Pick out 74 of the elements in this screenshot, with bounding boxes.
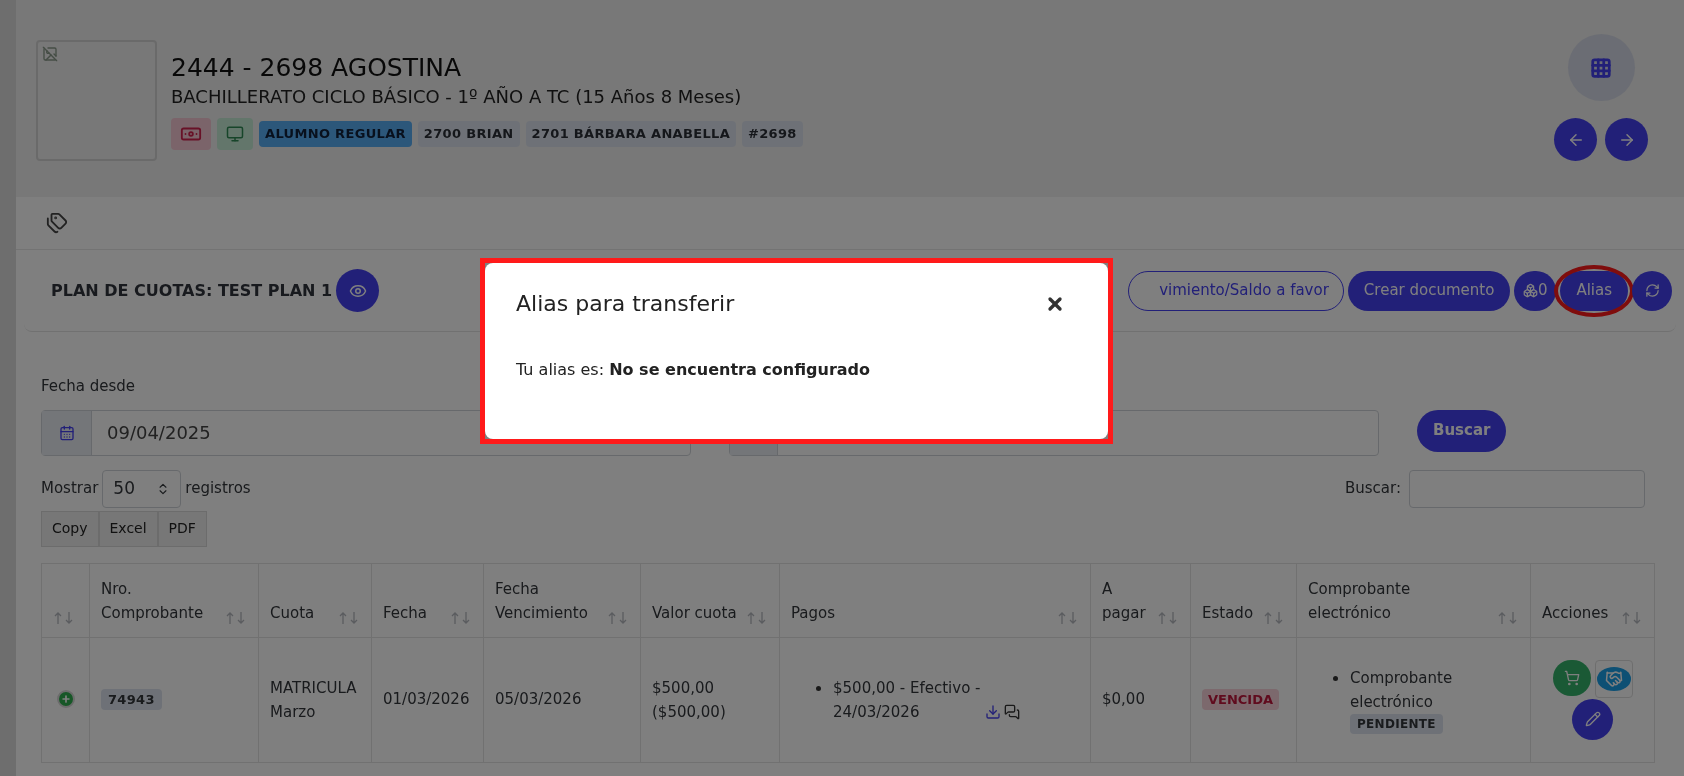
receipt-number: 74943	[101, 689, 162, 711]
sort-icon[interactable]	[1621, 610, 1643, 625]
expand-icon[interactable]	[56, 690, 75, 709]
edit-button[interactable]	[1572, 698, 1613, 740]
sort-icon[interactable]	[1263, 610, 1285, 625]
action-button[interactable]: Alias	[1560, 270, 1628, 311]
export-button[interactable]: Copy	[41, 510, 99, 547]
page-size-select[interactable]: 50	[102, 469, 182, 508]
date-from-field[interactable]: 09/04/2025	[41, 409, 691, 456]
sort-icon[interactable]	[1057, 610, 1079, 625]
plan-title: PLAN DE CUOTAS: TEST PLAN 1	[51, 279, 333, 302]
payment-text: $500,00 - Efectivo - 24/03/2026	[833, 677, 982, 723]
records-label: registros	[185, 478, 251, 500]
handshake-button[interactable]	[1594, 659, 1633, 698]
column-header: Cuota	[270, 602, 315, 624]
column-header: Acciones	[1542, 602, 1609, 624]
receipt-text: Comprobante electrónico	[1350, 667, 1454, 713]
column-header: Nro. Comprobante	[101, 578, 205, 624]
refresh-button[interactable]	[1632, 270, 1672, 311]
broken-image-icon	[42, 46, 58, 62]
sort-icon[interactable]	[225, 610, 247, 625]
tag-label: #2698	[742, 121, 803, 147]
column-header: Valor cuota	[652, 602, 737, 624]
sort-icon[interactable]	[607, 610, 629, 625]
next-button[interactable]	[1605, 118, 1648, 161]
status-tag: ALUMNO REGULAR	[259, 121, 412, 147]
student-title: 2444 - 2698 AGOSTINA	[171, 52, 463, 84]
dialog-message: Tu alias es: No se encuentra configurado	[516, 359, 872, 381]
cart-icon	[1563, 669, 1580, 686]
pencil-icon	[1584, 711, 1601, 727]
calendar-icon	[58, 424, 75, 441]
table-cell: MATRICULA Marzo	[270, 678, 357, 721]
tag-label: 2701 BÁRBARA ANABELLA	[525, 121, 736, 147]
search-button[interactable]: Buscar	[1417, 409, 1507, 452]
pending-badge: PENDIENTE	[1350, 713, 1443, 734]
status-badge: VENCIDA	[1202, 689, 1280, 711]
tags-icon[interactable]	[46, 212, 68, 234]
cart-button[interactable]	[1552, 659, 1591, 696]
previous-button[interactable]	[1554, 118, 1597, 161]
dialog-title: Alias para transferir	[516, 290, 735, 318]
monitor-icon	[226, 125, 244, 143]
export-button[interactable]: PDF	[157, 510, 207, 547]
table-search-field[interactable]	[1409, 469, 1645, 508]
refresh-icon	[1644, 283, 1660, 298]
column-header: Fecha Vencimiento	[495, 578, 589, 624]
column-header: Comprobante electrónico	[1308, 578, 1412, 624]
column-header: Fecha	[383, 602, 427, 624]
column-header: Estado	[1202, 602, 1254, 624]
sort-icon[interactable]	[1157, 610, 1179, 625]
sort-icon[interactable]	[1497, 610, 1519, 625]
show-label: Mostrar	[41, 478, 99, 500]
handshake-icon	[1604, 669, 1623, 688]
column-header: A pagar	[1102, 578, 1147, 624]
sort-icon[interactable]	[53, 610, 75, 625]
table-cell: $500,00 ($500,00)	[652, 678, 726, 721]
view-button[interactable]	[336, 269, 380, 312]
action-button[interactable]: Crear documento	[1347, 270, 1511, 311]
tag-label: 2700 BRIAN	[417, 121, 520, 147]
search-label: Buscar:	[1345, 478, 1401, 500]
table-cell: $0,00	[1102, 690, 1145, 709]
comments-icon[interactable]	[1004, 703, 1020, 720]
menu-icon	[1590, 56, 1612, 79]
sort-icon[interactable]	[746, 610, 768, 625]
boxes-icon	[1523, 283, 1539, 298]
export-button[interactable]: Excel	[98, 510, 158, 547]
counter-button[interactable]: 0	[1514, 270, 1557, 311]
date-from-label: Fecha desde	[41, 376, 137, 397]
sort-icon[interactable]	[338, 610, 360, 625]
download-icon[interactable]	[985, 703, 1001, 720]
column-header: Pagos	[791, 602, 836, 624]
student-subtitle: BACHILLERATO CICLO BÁSICO - 1º AÑO A TC (15 Años 8 Meses)	[171, 85, 743, 109]
sort-icon[interactable]	[450, 610, 472, 625]
table-cell: 01/03/2026	[383, 690, 470, 709]
table-cell: 05/03/2026	[495, 690, 582, 709]
